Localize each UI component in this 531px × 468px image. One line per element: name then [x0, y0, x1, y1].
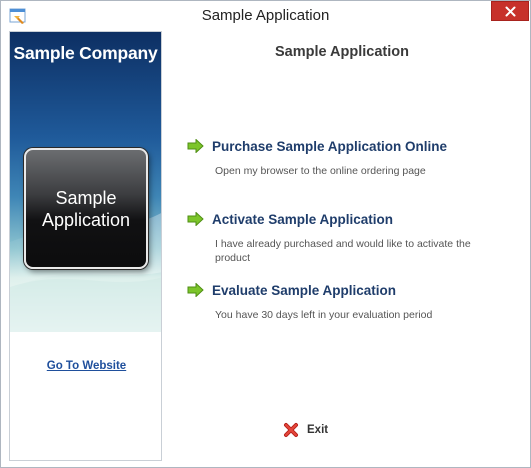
green-arrow-icon — [187, 139, 204, 153]
product-name: Sample Application — [41, 187, 131, 230]
purchase-option[interactable]: Purchase Sample Application Online Open … — [187, 137, 507, 178]
green-arrow-icon — [187, 212, 204, 226]
window-title: Sample Application — [201, 7, 330, 24]
sidebar-banner: Sample Company Sample Application Go To … — [9, 31, 162, 461]
purchase-option-description: Open my browser to the online ordering p… — [215, 165, 426, 177]
application-window: Sample Application Sample Company Sample… — [0, 0, 531, 468]
activate-option-title[interactable]: Activate Sample Application — [212, 212, 393, 227]
evaluate-option[interactable]: Evaluate Sample Application You have 30 … — [187, 281, 507, 322]
red-x-icon — [284, 423, 298, 437]
purchase-option-title[interactable]: Purchase Sample Application Online — [212, 139, 447, 154]
exit-label[interactable]: Exit — [307, 424, 328, 436]
close-button[interactable] — [491, 1, 529, 21]
title-bar[interactable]: Sample Application — [1, 1, 530, 31]
company-name: Sample Company — [13, 43, 158, 63]
page-title: Sample Application — [274, 44, 409, 60]
evaluate-option-description: You have 30 days left in your evaluation… — [215, 309, 433, 321]
product-logo-box: Sample Application — [24, 148, 148, 269]
exit-button[interactable]: Exit — [283, 421, 328, 439]
activate-option[interactable]: Activate Sample Application I have alrea… — [187, 210, 507, 265]
green-arrow-icon — [187, 283, 204, 297]
go-to-website-link[interactable]: Go To Website — [10, 360, 161, 372]
activate-option-description: I have already purchased and would like … — [215, 238, 471, 264]
evaluate-option-title[interactable]: Evaluate Sample Application — [212, 283, 396, 298]
close-icon — [505, 6, 515, 16]
